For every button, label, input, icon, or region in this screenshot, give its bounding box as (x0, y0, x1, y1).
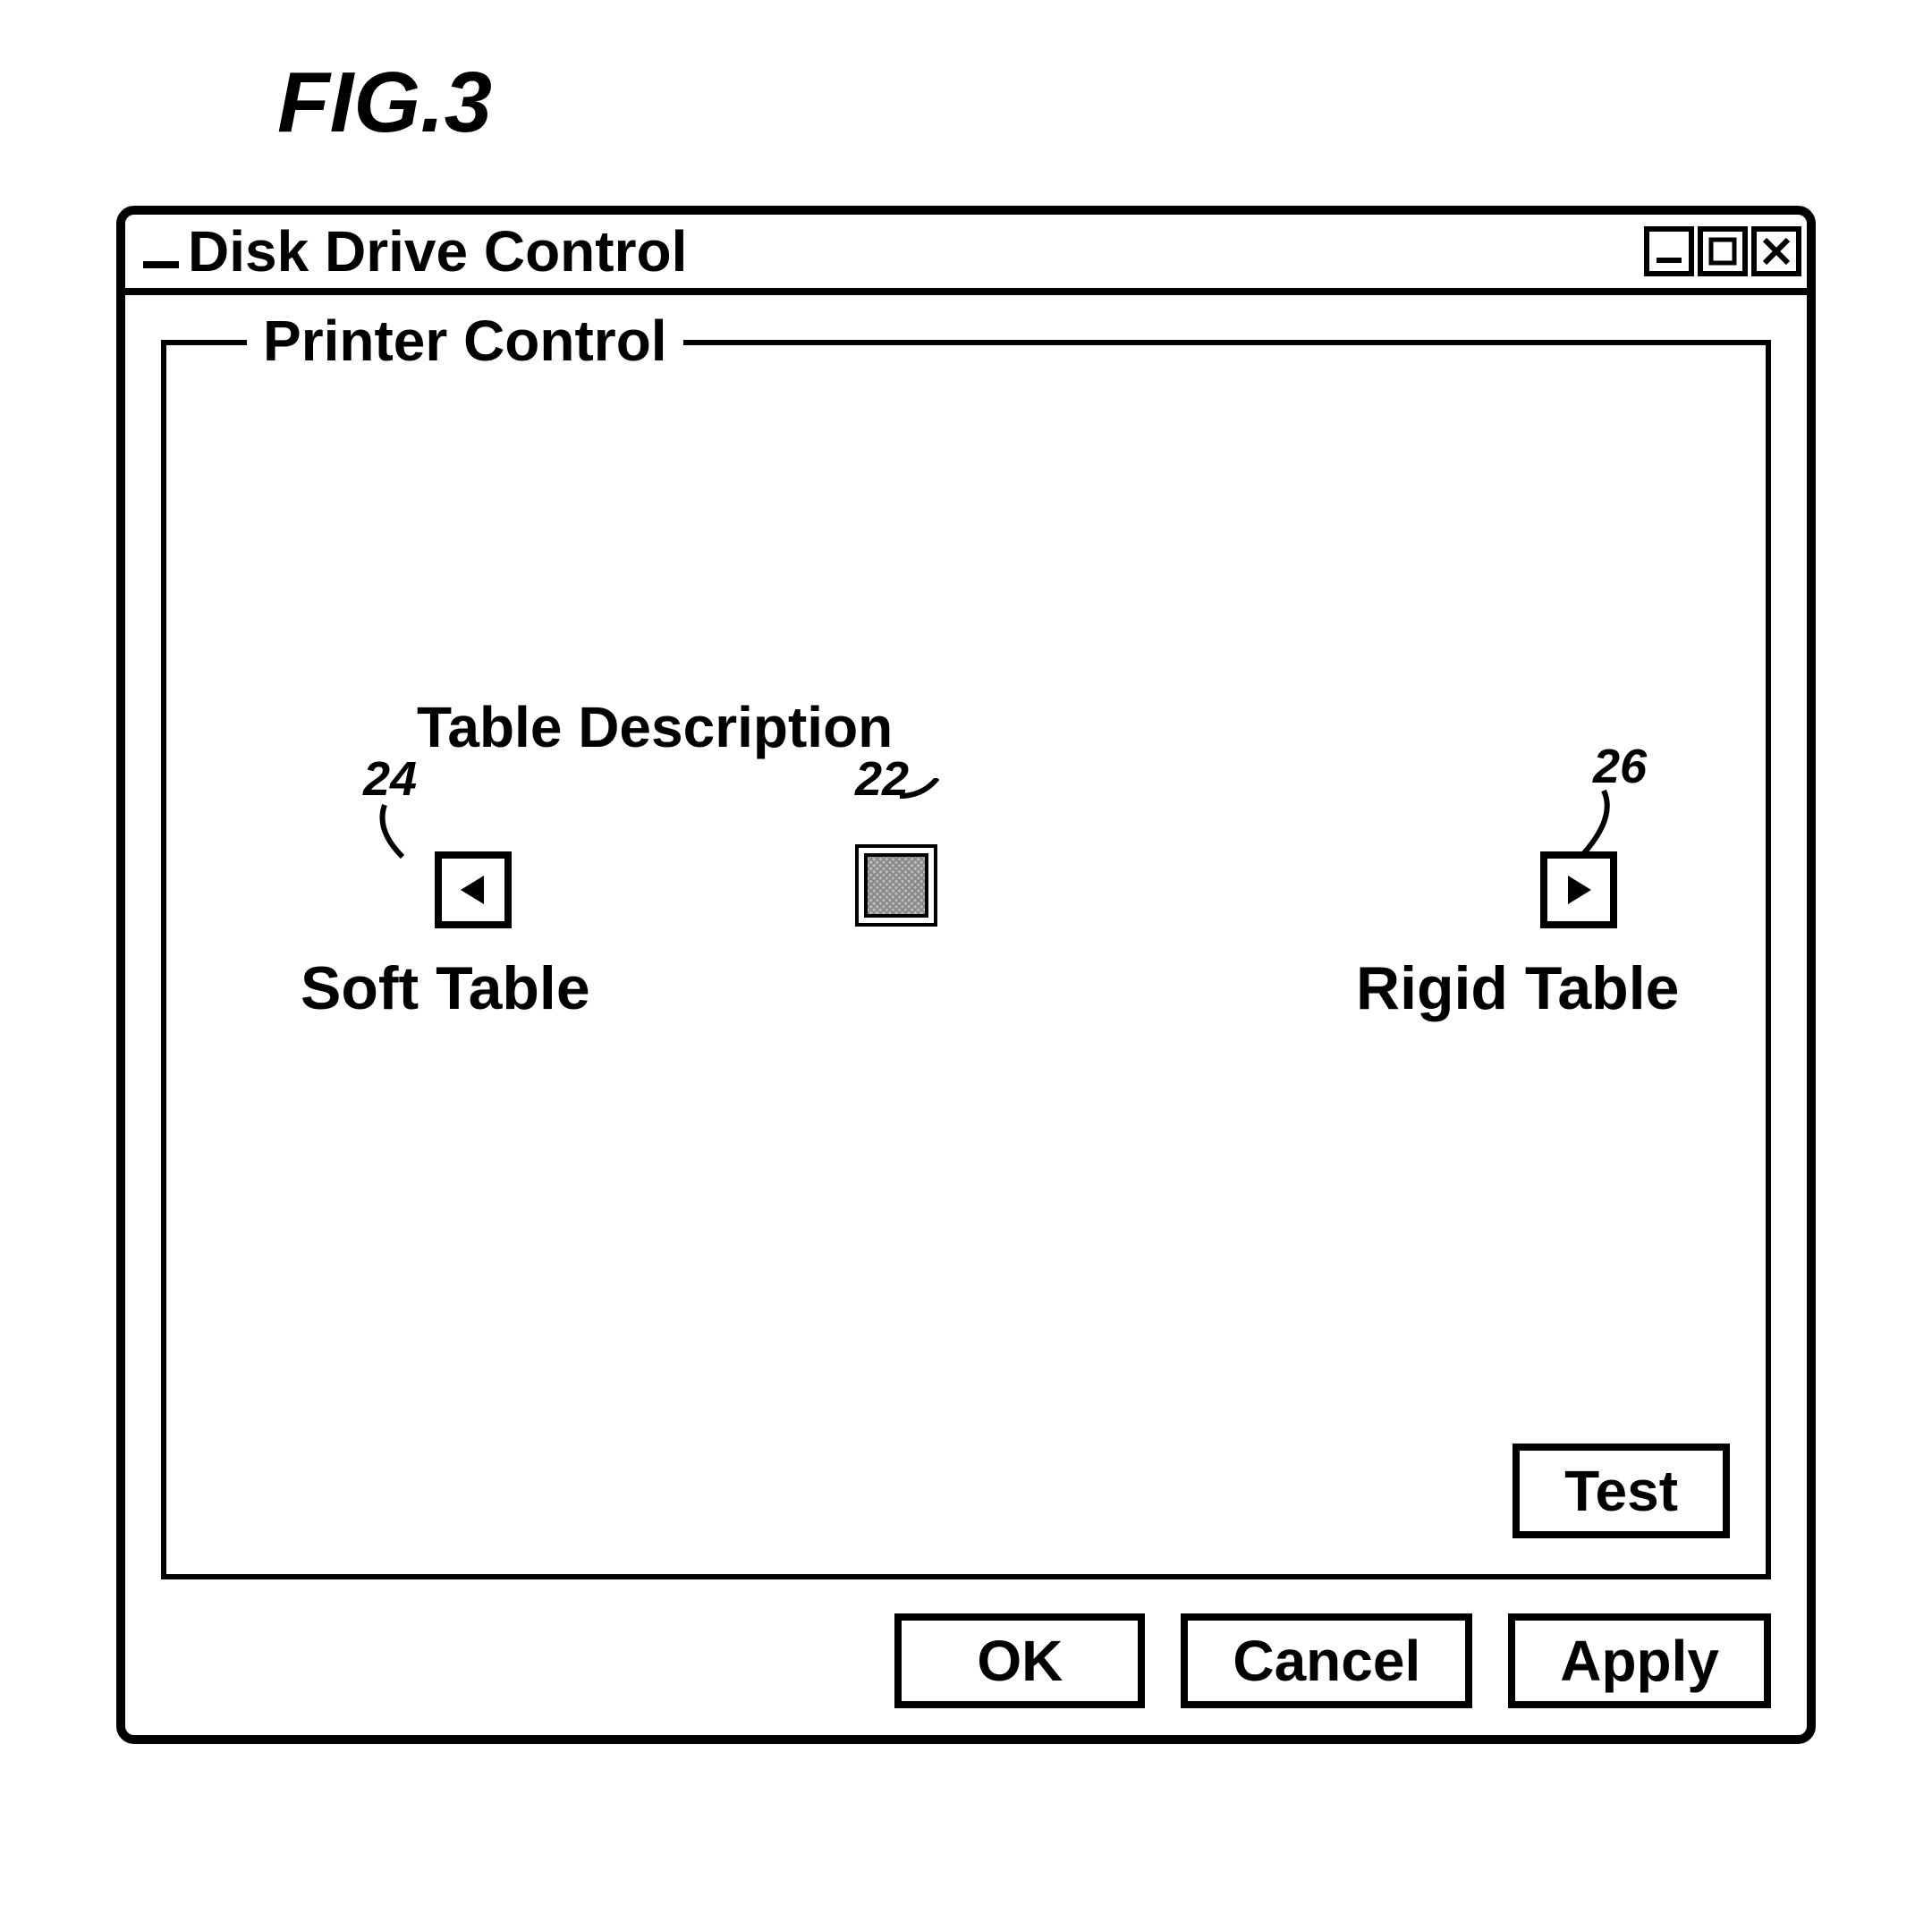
close-button[interactable] (1751, 226, 1801, 276)
triangle-left-icon (453, 870, 493, 910)
triangle-right-icon (1559, 870, 1598, 910)
test-button[interactable]: Test (1513, 1444, 1730, 1538)
maximize-button[interactable] (1698, 226, 1748, 276)
system-menu-icon[interactable] (143, 261, 179, 268)
table-description-heading: Table Description (417, 694, 893, 760)
dialog-footer: OK Cancel Apply (161, 1613, 1771, 1708)
cancel-button[interactable]: Cancel (1181, 1613, 1472, 1708)
ok-button[interactable]: OK (894, 1613, 1145, 1708)
titlebar: Disk Drive Control (125, 215, 1807, 295)
printer-control-group: Printer Control Table Description 24 22 … (161, 340, 1771, 1579)
figure-label: FIG.3 (277, 54, 1878, 152)
slider-thumb[interactable] (855, 844, 937, 927)
slider-min-label: Soft Table (301, 953, 590, 1023)
callout-24: 24 (363, 751, 417, 807)
window-body: Printer Control Table Description 24 22 … (125, 295, 1807, 1735)
callout-22: 22 (855, 751, 909, 807)
slider-decrement-button[interactable] (435, 851, 512, 928)
minimize-button[interactable] (1644, 226, 1694, 276)
callout-26: 26 (1593, 739, 1647, 794)
apply-button[interactable]: Apply (1508, 1613, 1771, 1708)
dialog-window: Disk Drive Control Printer Control Table… (116, 206, 1816, 1744)
slider-thumb-texture-icon (864, 853, 928, 918)
slider-increment-button[interactable] (1540, 851, 1617, 928)
window-title: Disk Drive Control (188, 218, 687, 284)
slider-max-label: Rigid Table (1356, 953, 1679, 1023)
